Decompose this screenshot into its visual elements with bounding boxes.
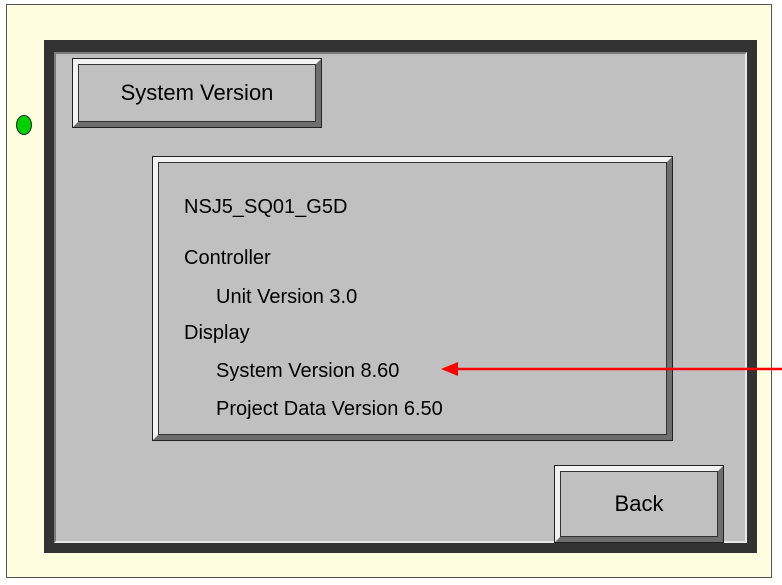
status-led-icon (16, 115, 32, 135)
screen-frame: System Version NSJ5_SQ01_G5D Controller … (44, 40, 757, 553)
version-info-panel: NSJ5_SQ01_G5D Controller Unit Version 3.… (152, 156, 673, 441)
unit-version: Unit Version 3.0 (216, 286, 358, 308)
screen: System Version NSJ5_SQ01_G5D Controller … (54, 52, 747, 543)
back-button[interactable]: Back (554, 465, 724, 543)
back-button-label: Back (614, 491, 664, 516)
device-id: NSJ5_SQ01_G5D (184, 196, 348, 218)
system-version: System Version 8.60 (216, 360, 400, 382)
screen-title-tab: System Version (72, 58, 322, 128)
display-heading: Display (184, 322, 250, 344)
screen-title: System Version (120, 80, 274, 105)
device-body: System Version NSJ5_SQ01_G5D Controller … (6, 4, 772, 578)
project-data-version: Project Data Version 6.50 (216, 398, 443, 420)
controller-heading: Controller (184, 247, 271, 269)
